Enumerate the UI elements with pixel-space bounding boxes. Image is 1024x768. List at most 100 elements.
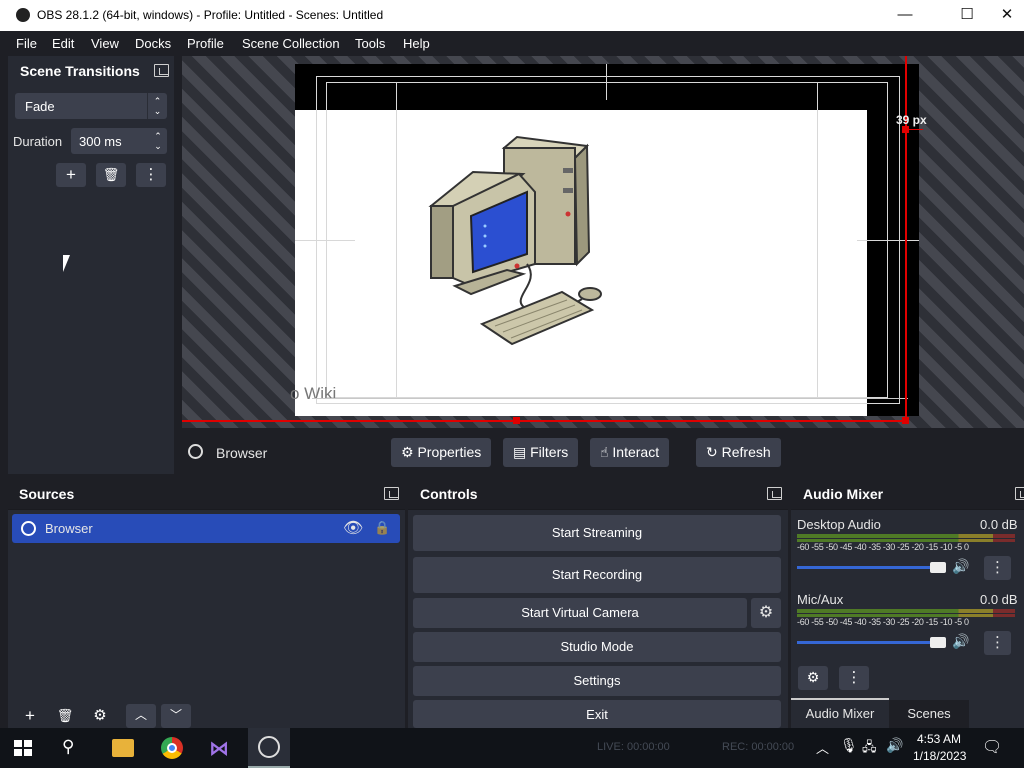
desktop-audio-menu-button[interactable]: ⋮	[984, 556, 1011, 580]
mic-aux-meter	[797, 609, 1015, 613]
speaker-icon[interactable]: 🔊	[952, 558, 969, 575]
interact-button[interactable]: ☝ Interact	[590, 438, 670, 467]
audio-mixer-menu-button[interactable]: ⋮	[839, 666, 869, 690]
controls-header: Controls	[408, 480, 788, 510]
menu-help[interactable]: Help	[403, 36, 430, 51]
source-list-item[interactable]: Browser 👁 🔒	[12, 514, 400, 543]
selection-border-bottom	[182, 420, 907, 422]
file-explorer-icon[interactable]	[112, 739, 134, 757]
dock-float-icon[interactable]	[767, 487, 782, 500]
globe-icon	[21, 521, 36, 536]
add-transition-button[interactable]: +	[56, 163, 86, 187]
eye-icon[interactable]: 👁	[343, 518, 363, 538]
desktop-audio-meter	[797, 534, 1015, 538]
microphone-icon[interactable]: 🎙	[840, 737, 858, 754]
menu-view[interactable]: View	[91, 36, 119, 51]
filters-button[interactable]: ▤ Filters	[503, 438, 579, 467]
desktop-audio-label: Desktop Audio	[797, 517, 881, 532]
live-status: LIVE: 00:00:00	[597, 741, 670, 753]
transition-menu-button[interactable]: ⋮	[136, 163, 166, 187]
close-button[interactable]: ✕	[990, 0, 1024, 31]
start-recording-button[interactable]: Start Recording	[413, 557, 781, 593]
audio-mixer-dock: Audio Mixer Desktop Audio 0.0 dB -60 -55…	[791, 480, 1024, 728]
page-text: o Wiki	[290, 384, 337, 403]
dock-float-icon[interactable]	[154, 64, 169, 77]
menu-bar: File Edit View Docks Profile Scene Colle…	[0, 31, 1024, 56]
mic-aux-label: Mic/Aux	[797, 592, 844, 607]
obs-taskbar-button[interactable]	[248, 728, 290, 768]
refresh-button[interactable]: ↻ Refresh	[696, 438, 781, 467]
measure-label: 39 px	[896, 113, 927, 127]
globe-icon	[188, 444, 203, 459]
desktop-audio-volume-slider[interactable]	[797, 566, 945, 569]
menu-profile[interactable]: Profile	[187, 36, 224, 51]
source-properties-button[interactable]: ⚙	[85, 704, 115, 728]
mic-aux-scale: -60 -55 -50 -45 -40 -35 -30 -25 -20 -15 …	[797, 617, 969, 627]
spin-arrows-icon[interactable]: ⌃ ⌄	[149, 128, 167, 151]
notification-icon[interactable]: 🗨	[982, 737, 1002, 757]
rec-status: REC: 00:00:00	[722, 741, 795, 753]
speaker-icon[interactable]: 🔊	[952, 633, 969, 650]
duration-spinbox[interactable]: 300 ms ⌃ ⌄	[71, 128, 167, 154]
audio-mixer-title: Audio Mixer	[803, 486, 884, 502]
controls-title: Controls	[420, 486, 478, 502]
safe-area-inner	[326, 82, 888, 398]
remove-source-button[interactable]: 🗑	[50, 704, 80, 728]
guide-line-right	[817, 82, 818, 398]
transition-select[interactable]: Fade ⌃ ⌄	[15, 93, 167, 119]
mic-aux-volume-slider[interactable]	[797, 641, 945, 644]
resize-handle-corner[interactable]	[902, 417, 909, 424]
tab-scenes[interactable]: Scenes	[889, 700, 969, 728]
menu-file[interactable]: File	[16, 36, 37, 51]
guide-tick-left	[295, 240, 355, 241]
visual-studio-icon[interactable]: ⋈	[209, 736, 229, 761]
lock-icon[interactable]: 🔒	[374, 520, 390, 536]
duration-label: Duration	[13, 134, 63, 149]
dock-float-icon[interactable]	[384, 487, 399, 500]
menu-scene-collection[interactable]: Scene Collection	[242, 36, 340, 51]
studio-mode-button[interactable]: Studio Mode	[413, 632, 781, 662]
advanced-audio-gear-icon[interactable]: ⚙	[798, 666, 828, 690]
move-source-down-button[interactable]: ﹀	[161, 704, 191, 728]
select-arrows-icon: ⌃ ⌄	[147, 93, 167, 119]
chrome-icon[interactable]	[161, 737, 183, 759]
settings-button[interactable]: Settings	[413, 666, 781, 696]
measure-line	[907, 129, 923, 130]
chevron-up-icon[interactable]: ︿	[816, 738, 829, 757]
scene-transitions-dock: Scene Transitions Fade ⌃ ⌄ Duration 300 m…	[8, 56, 174, 474]
add-source-button[interactable]: +	[15, 704, 45, 728]
refresh-icon: ↻	[706, 444, 722, 460]
search-icon[interactable]: ⚲	[62, 737, 74, 757]
remove-transition-button[interactable]: 🗑	[96, 163, 126, 187]
volume-icon[interactable]: 🔊	[886, 737, 903, 754]
start-virtual-camera-button[interactable]: Start Virtual Camera	[413, 598, 747, 628]
minimize-button[interactable]: —	[882, 0, 928, 31]
virtual-camera-settings-gear-icon[interactable]: ⚙	[751, 598, 781, 628]
tab-audio-mixer[interactable]: Audio Mixer	[791, 698, 889, 728]
clock-date[interactable]: 1/18/2023	[913, 749, 966, 763]
mic-aux-slider-handle[interactable]	[930, 637, 946, 648]
resize-handle-bottom[interactable]	[513, 417, 520, 424]
mic-aux-menu-button[interactable]: ⋮	[984, 631, 1011, 655]
filter-icon: ▤	[513, 444, 531, 460]
desktop-audio-slider-handle[interactable]	[930, 562, 946, 573]
transition-select-value: Fade	[25, 99, 55, 114]
menu-docks[interactable]: Docks	[135, 36, 171, 51]
clock-time[interactable]: 4:53 AM	[917, 732, 961, 746]
exit-button[interactable]: Exit	[413, 700, 781, 728]
menu-edit[interactable]: Edit	[52, 36, 74, 51]
obs-logo-icon	[16, 8, 30, 22]
mouse-cursor-icon	[63, 255, 76, 272]
guide-line-left	[396, 82, 397, 398]
properties-button[interactable]: ⚙ Properties	[391, 438, 492, 467]
sources-title: Sources	[19, 486, 75, 502]
dock-float-icon[interactable]	[1015, 487, 1024, 500]
move-source-up-button[interactable]: ︿	[126, 704, 156, 728]
maximize-button[interactable]: ☐	[944, 0, 990, 31]
preview-canvas[interactable]: o Wiki 39 px	[182, 56, 1024, 428]
start-streaming-button[interactable]: Start Streaming	[413, 515, 781, 551]
obs-icon	[258, 736, 280, 758]
menu-tools[interactable]: Tools	[355, 36, 385, 51]
network-icon[interactable]: 🖧	[862, 738, 877, 760]
windows-start-icon[interactable]	[14, 740, 32, 756]
